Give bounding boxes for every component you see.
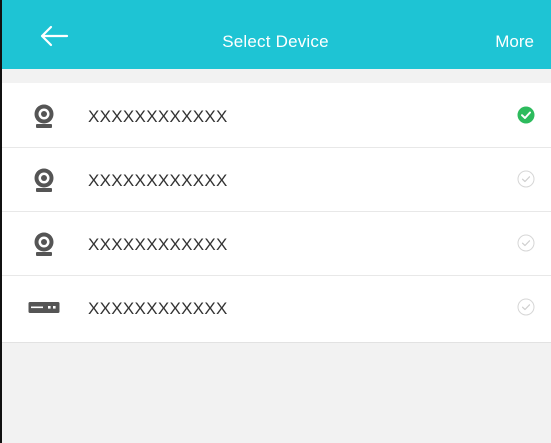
header-spacer: [0, 69, 551, 83]
unselected-check-icon: [517, 234, 535, 252]
unselected-check-icon: [517, 298, 535, 316]
window-edge: [0, 0, 2, 443]
camera-icon: [26, 103, 62, 129]
device-name: XXXXXXXXXXXX: [88, 107, 228, 126]
device-row[interactable]: XXXXXXXXXXXX: [2, 211, 551, 275]
page-title: Select Device: [222, 32, 329, 51]
device-list: XXXXXXXXXXXX XXXXXXXXXXXX XXXXXXXXXXXX X…: [2, 83, 551, 343]
camera-icon: [26, 231, 62, 257]
unselected-check-icon: [517, 170, 535, 188]
device-name: XXXXXXXXXXXX: [88, 171, 228, 190]
device-row[interactable]: XXXXXXXXXXXX: [2, 83, 551, 147]
recorder-icon: [26, 295, 62, 321]
device-row[interactable]: XXXXXXXXXXXX: [2, 147, 551, 211]
device-row[interactable]: XXXXXXXXXXXX: [2, 275, 551, 339]
device-name: XXXXXXXXXXXX: [88, 299, 228, 318]
selected-check-icon: [517, 106, 535, 124]
camera-icon: [26, 167, 62, 193]
device-name: XXXXXXXXXXXX: [88, 235, 228, 254]
more-button[interactable]: More: [495, 0, 534, 69]
empty-area: [0, 343, 551, 443]
app-header: Select Device More: [0, 0, 551, 69]
